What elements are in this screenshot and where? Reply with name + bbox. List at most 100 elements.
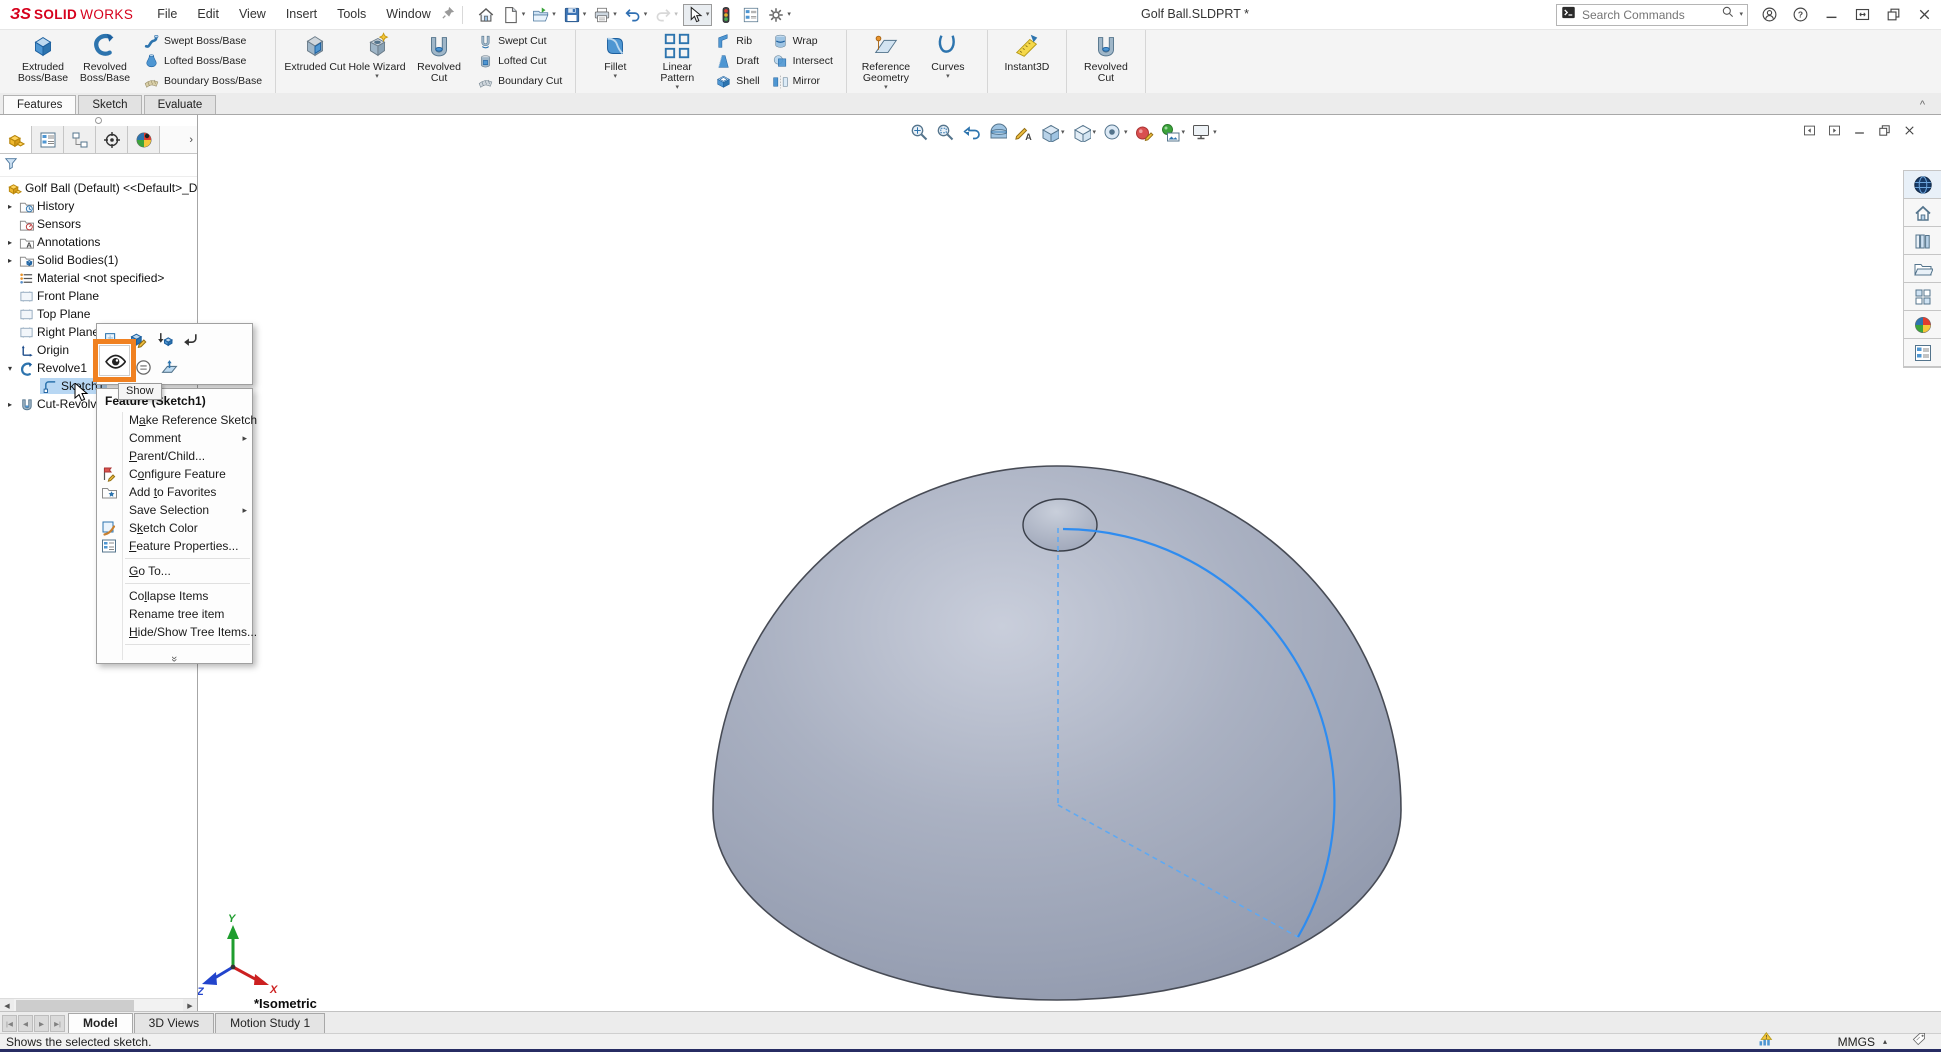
first-tab-button[interactable]: |◀ <box>2 1015 17 1032</box>
rollback-button[interactable] <box>156 331 173 353</box>
units-caret-icon[interactable]: ▴ <box>1883 1037 1887 1046</box>
tree-item-solid-bodies-1[interactable]: ▸Solid Bodies(1) <box>0 251 197 269</box>
tp-home-tab[interactable] <box>1904 199 1941 227</box>
pane-right-icon[interactable] <box>1827 123 1842 138</box>
tree-part-tab[interactable] <box>0 126 32 153</box>
graphics-viewport[interactable]: Y X Z A▾▾▾▾▾ *Isometric <box>197 115 1941 1012</box>
manager-tabs-more-button[interactable]: › <box>160 126 197 153</box>
search-commands-input[interactable] <box>1580 7 1717 23</box>
doc-tag-icon[interactable] <box>1911 1031 1927 1047</box>
dimple-sketch-circle[interactable] <box>1023 499 1097 551</box>
prev-tab-button[interactable]: ◀ <box>18 1015 33 1032</box>
pane-left-icon[interactable] <box>1802 123 1817 138</box>
apply-scene-button[interactable]: ▾ <box>1160 122 1186 142</box>
menu-edit[interactable]: Edit <box>187 0 229 29</box>
wrap-button[interactable]: Wrap <box>767 31 838 51</box>
bottom-tab-motion-study-1[interactable]: Motion Study 1 <box>215 1013 325 1033</box>
curves-button[interactable]: Curves▾ <box>917 31 979 89</box>
menu-tools[interactable]: Tools <box>327 0 376 29</box>
menu-item-go-to[interactable]: Go To... <box>97 562 252 580</box>
linear-pattern-dropdown-icon[interactable]: ▾ <box>676 84 680 91</box>
menu-item-rename-tree-item[interactable]: Rename tree item <box>97 605 252 623</box>
lofted-cut-button[interactable]: Lofted Cut <box>472 51 567 71</box>
menu-expand-chevron[interactable]: » <box>97 648 252 661</box>
tree-expander-icon[interactable]: ▸ <box>4 400 16 409</box>
search-dropdown-icon[interactable]: ▾ <box>1739 11 1743 18</box>
tree-filter-input[interactable] <box>22 156 193 174</box>
win-close-icon[interactable] <box>1916 6 1933 23</box>
open-doc-dropdown-icon[interactable]: ▾ <box>552 11 556 18</box>
config-mgr-tab[interactable] <box>64 126 96 153</box>
view-settings-button[interactable]: ▾ <box>1191 122 1217 142</box>
instant3d-button[interactable]: Instant3D <box>996 31 1058 89</box>
menu-item-save-selection[interactable]: Save Selection▸ <box>97 501 252 519</box>
hole-wizard-button[interactable]: Hole Wizard▾ <box>346 31 408 89</box>
view-orient-dropdown-icon[interactable]: ▾ <box>1061 129 1065 136</box>
edit-appearance-button[interactable] <box>1134 122 1154 142</box>
undo-button[interactable]: ▾ <box>622 5 650 25</box>
view-settings-dropdown-icon[interactable]: ▾ <box>1213 129 1217 136</box>
settings-gear-button[interactable]: ▾ <box>765 5 793 25</box>
menu-file[interactable]: File <box>147 0 187 29</box>
win-restore-icon[interactable] <box>1885 6 1902 23</box>
select-cursor-button[interactable]: ▾ <box>683 4 713 26</box>
bottom-tab-3d-views[interactable]: 3D Views <box>134 1013 214 1033</box>
save-dropdown-icon[interactable]: ▾ <box>583 11 587 18</box>
apply-scene-dropdown-icon[interactable]: ▾ <box>1182 129 1186 136</box>
view-orient-button[interactable]: ▾ <box>1039 122 1065 142</box>
tree-expander-icon[interactable]: ▾ <box>4 364 16 373</box>
tree-expander-icon[interactable]: ▸ <box>4 202 16 211</box>
tree-item-front-plane[interactable]: Front Plane <box>0 287 197 305</box>
back-arrow-button[interactable] <box>182 331 199 353</box>
win-restore-icon[interactable] <box>1877 123 1892 138</box>
user-icon[interactable] <box>1761 6 1778 23</box>
zoom-area-button[interactable] <box>935 122 955 142</box>
extruded-cut-button[interactable]: Extruded Cut <box>284 31 346 89</box>
next-tab-button[interactable]: ▶ <box>34 1015 49 1032</box>
prev-view-button[interactable] <box>961 122 981 142</box>
scrollbar-thumb[interactable] <box>16 1000 134 1011</box>
print-button[interactable]: ▾ <box>591 5 619 25</box>
bottom-tab-model[interactable]: Model <box>68 1013 133 1033</box>
menu-item-sketch-color[interactable]: Sketch Color <box>97 519 252 537</box>
menu-item-hide-show-tree-items[interactable]: Hide/Show Tree Items... <box>97 623 252 641</box>
win-pane-icon[interactable] <box>1854 6 1871 23</box>
revolved-cut-button[interactable]: Revolved Cut <box>1075 31 1137 89</box>
draft-button[interactable]: Draft <box>710 51 764 71</box>
select-cursor-dropdown-icon[interactable]: ▾ <box>706 11 710 18</box>
menu-insert[interactable]: Insert <box>276 0 327 29</box>
boundary-cut-button[interactable]: Boundary Cut <box>472 71 567 91</box>
pin-icon[interactable] <box>441 5 456 20</box>
section-view-button[interactable] <box>987 122 1007 142</box>
undo-dropdown-icon[interactable]: ▾ <box>644 11 648 18</box>
win-min-icon[interactable] <box>1852 123 1867 138</box>
save-button[interactable]: ▾ <box>561 5 589 25</box>
tp-globe-tab[interactable] <box>1904 171 1941 199</box>
dimxpert-tab[interactable] <box>96 126 128 153</box>
new-doc-dropdown-icon[interactable]: ▾ <box>522 11 526 18</box>
win-close-icon[interactable] <box>1902 123 1917 138</box>
rib-button[interactable]: Rib <box>710 31 764 51</box>
display-style-dropdown-icon[interactable]: ▾ <box>1093 129 1097 136</box>
fillet-dropdown-icon[interactable]: ▾ <box>614 73 618 80</box>
display-style-button[interactable]: ▾ <box>1071 122 1097 142</box>
ribbon-tab-sketch[interactable]: Sketch <box>78 95 141 114</box>
new-doc-button[interactable]: ▾ <box>500 5 528 25</box>
menu-item-configure-feature[interactable]: Configure Feature <box>97 465 252 483</box>
revolved-cut-button[interactable]: Revolved Cut <box>408 31 470 89</box>
hide-items-dropdown-icon[interactable]: ▾ <box>1124 129 1128 136</box>
print-dropdown-icon[interactable]: ▾ <box>613 11 617 18</box>
win-min-icon[interactable] <box>1823 6 1840 23</box>
rebuild-button[interactable] <box>715 5 737 25</box>
extruded-boss-base-button[interactable]: Extruded Boss/Base <box>12 31 74 89</box>
home-button[interactable] <box>475 5 497 25</box>
linear-pattern-button[interactable]: Linear Pattern▾ <box>646 31 708 91</box>
tp-folder-tab[interactable] <box>1904 255 1941 283</box>
search-commands-box[interactable]: ▾ <box>1556 4 1748 26</box>
tp-props-tab[interactable] <box>1904 339 1941 367</box>
menu-item-parent-child[interactable]: Parent/Child... <box>97 447 252 465</box>
tp-design-tab[interactable] <box>1904 283 1941 311</box>
magnifier-icon[interactable] <box>1721 5 1735 19</box>
hide-items-button[interactable]: ▾ <box>1102 122 1128 142</box>
tree-item-annotations[interactable]: ▸AAnnotations <box>0 233 197 251</box>
